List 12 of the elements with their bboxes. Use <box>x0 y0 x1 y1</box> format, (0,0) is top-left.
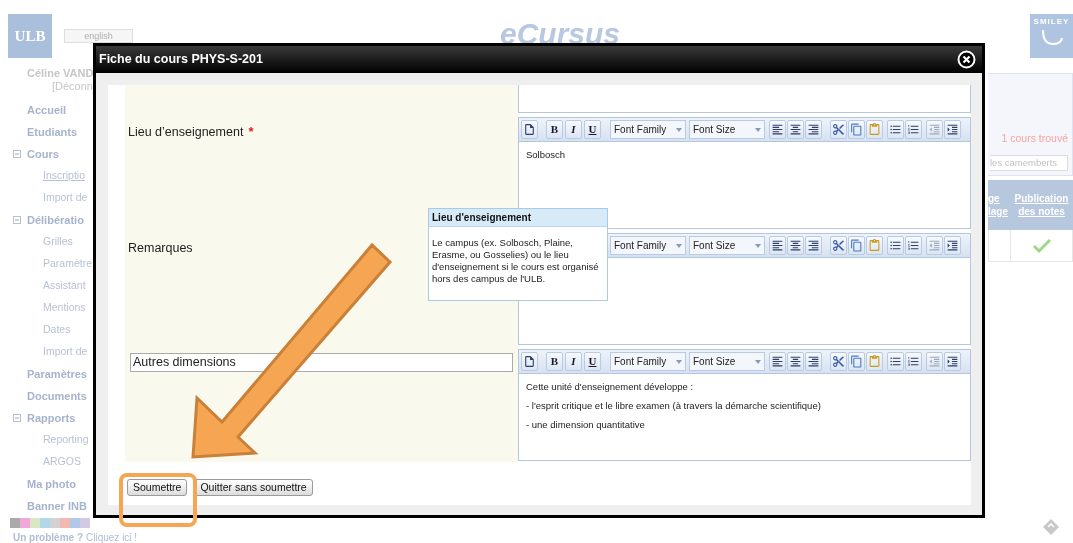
field-label: Lieu d’enseignement <box>128 125 244 139</box>
help-text: Un problème ? <box>13 532 83 543</box>
editor-text: Cette unité d'enseignement développe : <box>526 381 695 392</box>
editor-text: - l'esprit critique et le libre examen (à travers la démarche scientifique) <box>526 400 822 411</box>
field-label: Remarques <box>128 241 193 255</box>
editor-text: Solbosch <box>526 149 567 160</box>
editor-text: - une dimension quantitative <box>526 419 646 430</box>
partner-logo: SMILEY <box>1030 14 1073 58</box>
result-count: 1 cours trouvé <box>1001 131 1068 146</box>
required-mark: * <box>248 124 254 139</box>
user-name: Céline VAND <box>26 66 93 80</box>
dialog-title: Fiche du cours PHYS-S-201 <box>99 51 263 69</box>
